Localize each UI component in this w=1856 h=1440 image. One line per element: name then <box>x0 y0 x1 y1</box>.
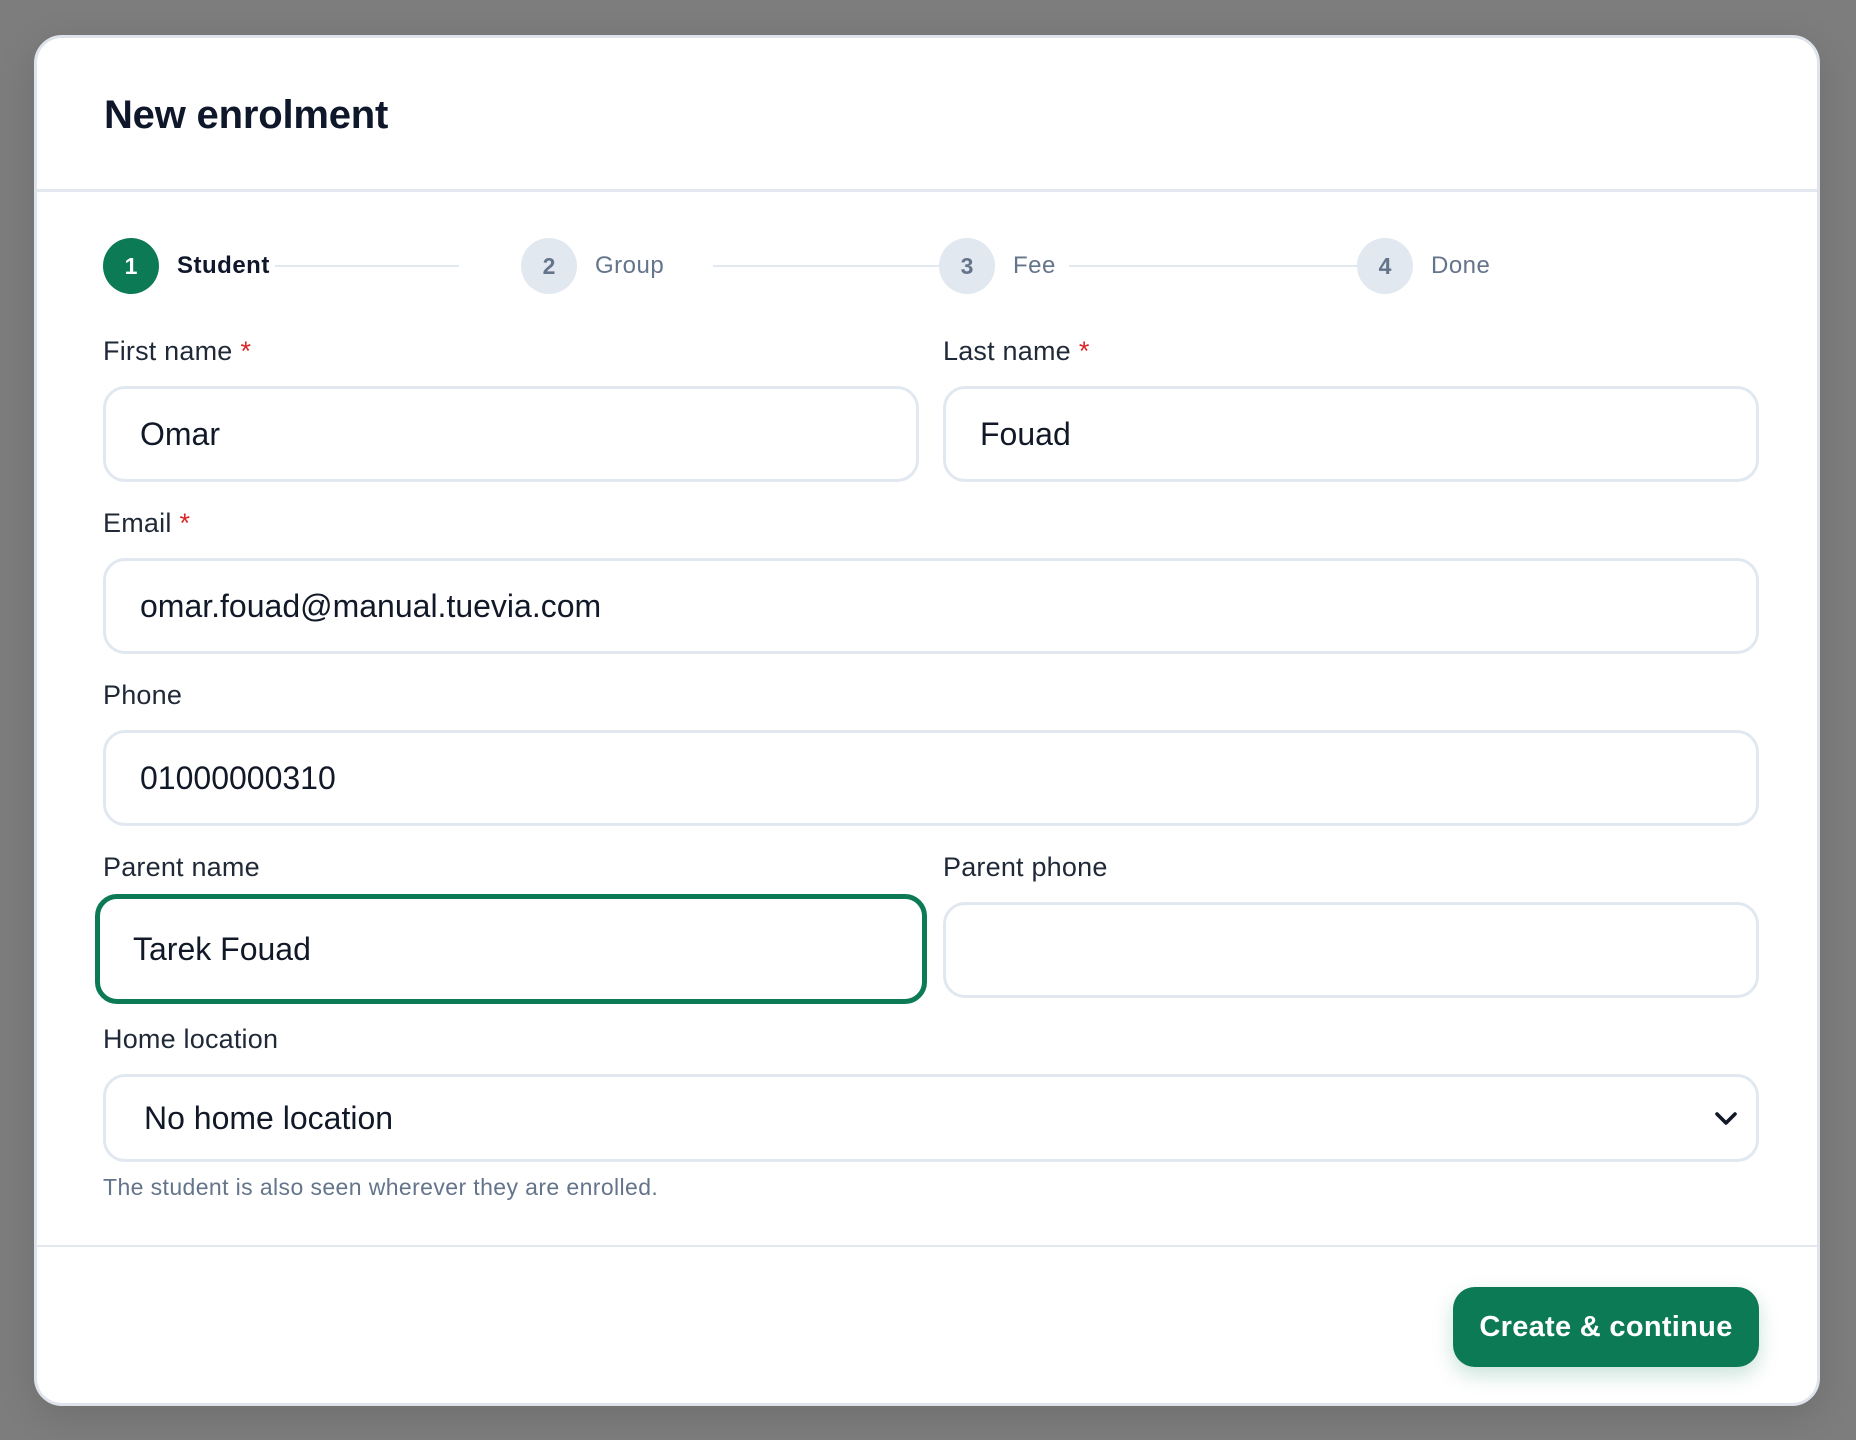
email-label: Email * <box>103 508 190 539</box>
home-location-selected: No home location <box>144 1099 394 1136</box>
step-number: 3 <box>939 238 995 294</box>
parent-phone-input[interactable] <box>943 902 1759 998</box>
step-label: Done <box>1431 252 1491 279</box>
step-number: 1 <box>103 238 159 294</box>
home-location-hint: The student is also seen wherever they a… <box>103 1174 659 1200</box>
required-marker: * <box>179 508 191 538</box>
step-label: Student <box>177 252 270 279</box>
phone-input[interactable] <box>103 730 1759 826</box>
step-connector <box>275 265 459 267</box>
step-label: Group <box>595 252 665 279</box>
home-location-select[interactable]: No home location <box>103 1074 1759 1162</box>
step-label: Fee <box>1013 252 1056 279</box>
parent-name-label-text: Parent name <box>103 852 260 882</box>
email-input[interactable] <box>103 558 1759 654</box>
footer-divider <box>37 1245 1817 1247</box>
step-connector <box>713 265 957 267</box>
parent-phone-label: Parent phone <box>943 852 1108 883</box>
step-done[interactable]: 4 Done <box>1357 237 1490 295</box>
create-and-continue-button[interactable]: Create & continue <box>1453 1287 1759 1367</box>
dialog-header: New enrolment <box>37 38 1817 192</box>
first-name-input[interactable] <box>103 386 919 482</box>
stepper: 1 Student 2 Group 3 Fee 4 Done <box>103 237 1521 295</box>
step-fee[interactable]: 3 Fee <box>939 237 1056 295</box>
last-name-label-text: Last name <box>943 336 1071 366</box>
step-number: 2 <box>521 238 577 294</box>
first-name-label: First name * <box>103 336 251 367</box>
first-name-label-text: First name <box>103 336 233 366</box>
required-marker: * <box>240 336 252 366</box>
phone-label: Phone <box>103 680 182 711</box>
chevron-down-icon <box>1715 1112 1737 1125</box>
parent-name-input[interactable] <box>95 894 927 1004</box>
phone-label-text: Phone <box>103 680 183 710</box>
step-student[interactable]: 1 Student <box>103 237 270 295</box>
enrolment-dialog: New enrolment 1 Student 2 Group 3 Fee 4 … <box>34 35 1820 1406</box>
last-name-input[interactable] <box>943 386 1759 482</box>
last-name-label: Last name * <box>943 336 1090 367</box>
parent-name-label: Parent name <box>103 852 260 883</box>
step-connector <box>1069 265 1375 267</box>
dialog-title: New enrolment <box>104 93 389 137</box>
email-label-text: Email <box>103 508 172 538</box>
step-group[interactable]: 2 Group <box>521 237 664 295</box>
required-marker: * <box>1078 336 1090 366</box>
home-location-label: Home location <box>103 1024 278 1055</box>
parent-phone-label-text: Parent phone <box>943 852 1108 882</box>
home-location-label-text: Home location <box>103 1024 279 1054</box>
step-number: 4 <box>1357 238 1413 294</box>
